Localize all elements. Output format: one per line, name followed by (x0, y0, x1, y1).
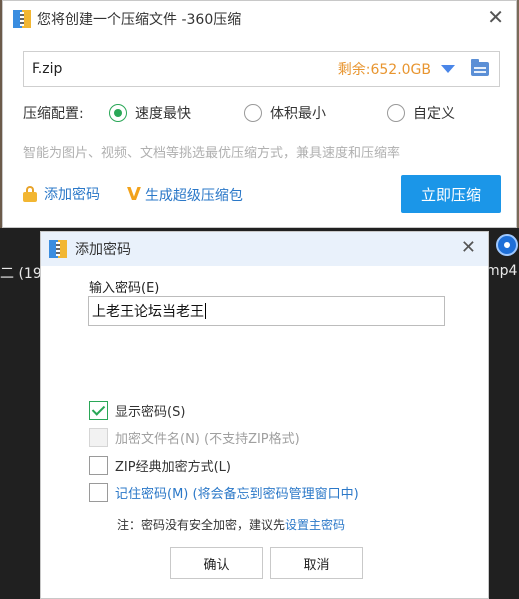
browse-folder-icon[interactable] (471, 59, 489, 76)
free-space-label: 剩余:652.0GB (337, 62, 431, 78)
text-caret (205, 303, 206, 319)
radio-custom[interactable]: 自定义 (387, 103, 455, 123)
show-password-checkbox[interactable]: 显示密码(S) (89, 401, 185, 420)
v-badge-icon: V (127, 184, 141, 205)
radio-smallest[interactable]: 体积最小 (244, 103, 326, 123)
remember-password-checkbox[interactable]: 记住密码(M) (将会备忘到密码管理窗口中) (89, 483, 359, 502)
compression-config-label: 压缩配置: (23, 106, 84, 122)
add-password-label: 添加密码 (44, 187, 100, 203)
radio-fastest[interactable]: 速度最快 (109, 103, 191, 123)
radio-unselected-icon (387, 104, 405, 122)
checkbox-disabled-icon (89, 428, 108, 447)
show-password-label: 显示密码(S) (115, 405, 186, 420)
remember-password-label: 记住密码(M) (将会备忘到密码管理窗口中) (115, 487, 359, 502)
super-archive-label: 生成超级压缩包 (144, 187, 243, 204)
add-password-dialog-title: 添加密码 (75, 242, 131, 258)
360zip-app-icon (13, 10, 31, 28)
compress-window-title: 您将创建一个压缩文件 -360压缩 (37, 12, 242, 28)
security-note: 注：密码没有安全加密，建议先设置主密码 (117, 516, 345, 533)
output-path-field[interactable]: F.zip 剩余:652.0GB (23, 51, 500, 87)
security-note-text: 注：密码没有安全加密，建议先 (117, 518, 286, 532)
checkbox-unchecked-icon (89, 483, 108, 502)
radio-custom-label: 自定义 (413, 106, 455, 122)
password-input[interactable]: 上老王论坛当老王 (88, 296, 445, 326)
add-password-link[interactable]: 添加密码 (23, 184, 100, 204)
compression-config-row: 压缩配置: 速度最快 体积最小 自定义 (23, 103, 503, 123)
encrypt-filenames-label: 加密文件名(N) (不支持ZIP格式) (115, 432, 300, 447)
compress-window: 您将创建一个压缩文件 -360压缩 ✕ F.zip 剩余:652.0GB 压缩配… (2, 0, 517, 228)
add-password-titlebar: 添加密码 (41, 232, 488, 266)
media-player-icon[interactable] (496, 234, 518, 256)
close-icon[interactable]: ✕ (461, 239, 476, 257)
desktop-file-label-right: mp4 (486, 263, 518, 279)
password-input-label: 输入密码(E) (89, 281, 160, 296)
add-password-dialog: 添加密码 ✕ 输入密码(E) 上老王论坛当老王 显示密码(S) 加密文件名(N)… (40, 231, 489, 599)
compress-window-titlebar: 您将创建一个压缩文件 -360压缩 (3, 1, 516, 37)
lock-icon (23, 186, 37, 202)
super-archive-link[interactable]: V 生成超级压缩包 (127, 184, 243, 205)
zip-classic-encryption-checkbox[interactable]: ZIP经典加密方式(L) (89, 456, 231, 475)
cancel-button[interactable]: 取消 (270, 547, 363, 579)
radio-unselected-icon (244, 104, 262, 122)
encrypt-filenames-checkbox: 加密文件名(N) (不支持ZIP格式) (89, 428, 300, 447)
compression-hint-text: 智能为图片、视频、文档等挑选最优压缩方式，兼具速度和压缩率 (23, 146, 401, 161)
360zip-app-icon (49, 240, 67, 258)
radio-smallest-label: 体积最小 (270, 106, 326, 122)
compress-now-button[interactable]: 立即压缩 (401, 175, 501, 213)
confirm-button[interactable]: 确认 (170, 547, 263, 579)
path-dropdown-arrow-icon[interactable] (441, 65, 455, 73)
zip-classic-encryption-label: ZIP经典加密方式(L) (115, 460, 231, 475)
close-icon[interactable]: ✕ (487, 7, 504, 27)
output-path-value[interactable]: F.zip (24, 61, 338, 77)
checkbox-checked-icon (89, 401, 108, 420)
desktop-file-label-left: 二 (19 (0, 266, 42, 282)
radio-fastest-label: 速度最快 (135, 106, 191, 122)
set-master-password-link[interactable]: 设置主密码 (285, 518, 345, 532)
password-input-value: 上老王论坛当老王 (92, 304, 204, 320)
checkbox-unchecked-icon (89, 456, 108, 475)
radio-selected-icon (109, 104, 127, 122)
